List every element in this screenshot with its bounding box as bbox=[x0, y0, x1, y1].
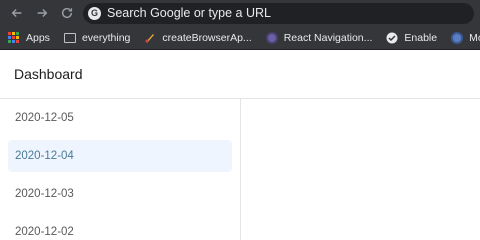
moment-favicon bbox=[451, 31, 464, 44]
bookmark-react-navigation[interactable]: React Navigation... bbox=[265, 31, 373, 44]
reload-button[interactable] bbox=[56, 2, 78, 24]
bookmark-label: React Navigation... bbox=[283, 31, 373, 44]
arrow-right-icon bbox=[37, 9, 48, 17]
google-icon: G bbox=[88, 6, 101, 20]
forward-button[interactable] bbox=[31, 2, 53, 24]
bookmark-createbrowserapp[interactable]: createBrowserAp... bbox=[144, 31, 252, 44]
bookmark-everything[interactable]: everything bbox=[63, 31, 131, 44]
reload-icon bbox=[61, 7, 73, 19]
date-list-item[interactable]: 2020-12-03 bbox=[8, 176, 232, 212]
bookmarks-bar: Apps everything createBrowserAp... React… bbox=[0, 26, 480, 50]
back-button[interactable] bbox=[6, 2, 28, 24]
app-window: Dashboard 2020-12-05 2020-12-04 2020-12-… bbox=[0, 50, 480, 240]
bookmark-apps[interactable]: Apps bbox=[8, 31, 50, 44]
bookmark-label: Moment bbox=[469, 31, 480, 44]
folder-icon bbox=[63, 32, 76, 43]
bookmark-favicon bbox=[145, 33, 155, 43]
bookmark-label: Enable bbox=[404, 31, 438, 44]
app-header: Dashboard bbox=[0, 50, 480, 99]
bookmark-enable[interactable]: Enable bbox=[386, 32, 437, 44]
bookmark-moment[interactable]: Moment bbox=[451, 31, 480, 44]
omnibox[interactable]: G Search Google or type a URL bbox=[83, 2, 474, 24]
main-content: 2020-12-05 2020-12-04 2020-12-03 2020-12… bbox=[0, 99, 480, 240]
bookmark-label: everything bbox=[81, 31, 131, 44]
bookmark-label: createBrowserAp... bbox=[162, 31, 252, 44]
apps-grid-icon bbox=[8, 31, 20, 44]
page-title: Dashboard bbox=[14, 66, 83, 82]
react-navigation-favicon bbox=[265, 31, 278, 44]
date-list-item-selected[interactable]: 2020-12-04 bbox=[8, 140, 232, 172]
bookmark-label: Apps bbox=[26, 31, 50, 44]
date-list: 2020-12-05 2020-12-04 2020-12-03 2020-12… bbox=[0, 99, 241, 240]
arrow-left-icon bbox=[11, 9, 22, 17]
browser-chrome: G Search Google or type a URL Apps every… bbox=[0, 0, 480, 50]
date-list-item[interactable]: 2020-12-02 bbox=[8, 214, 232, 240]
detail-pane bbox=[241, 99, 480, 240]
enable-favicon bbox=[386, 32, 398, 43]
date-list-item[interactable]: 2020-12-05 bbox=[8, 100, 232, 136]
omnibox-placeholder: Search Google or type a URL bbox=[107, 6, 271, 20]
browser-toolbar: G Search Google or type a URL bbox=[0, 0, 480, 26]
